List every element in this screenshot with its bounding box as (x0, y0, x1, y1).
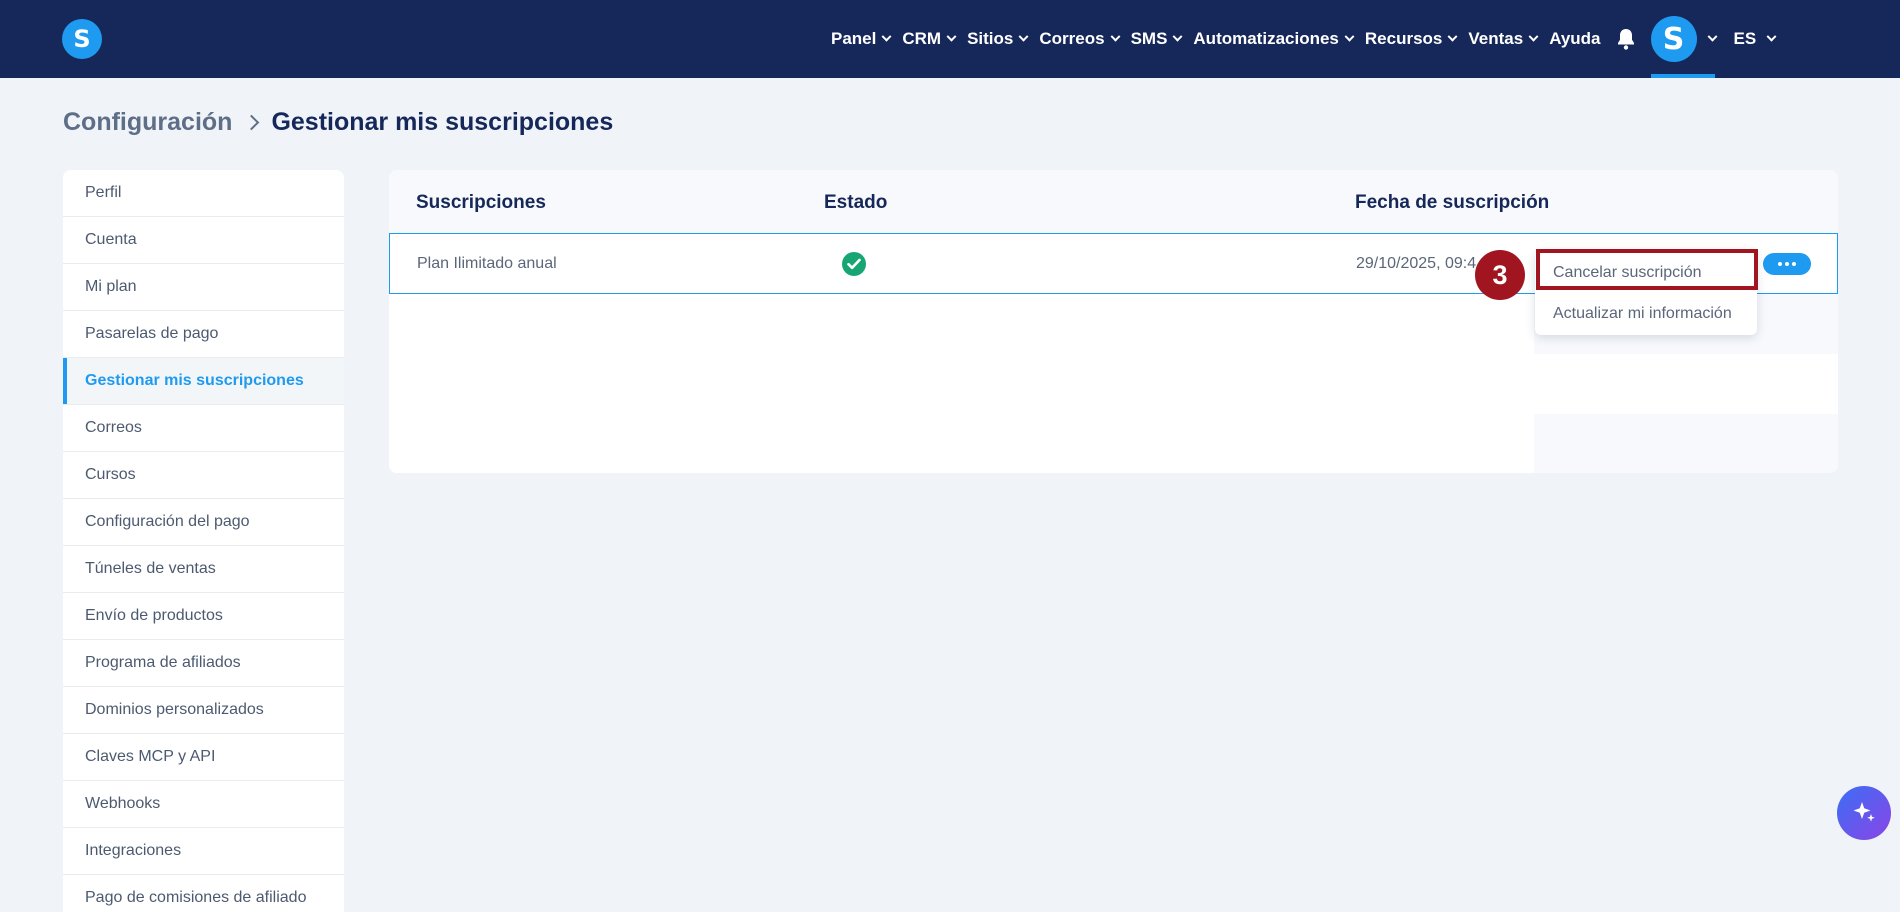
main-nav: Panel CRM Sitios Correos SMS Automatizac… (831, 0, 1787, 78)
chevron-right-icon (244, 114, 260, 131)
sidebar-item-pasarelas-de-pago[interactable]: Pasarelas de pago (63, 311, 344, 358)
nav-crm[interactable]: CRM (902, 29, 957, 49)
column-header-status: Estado (824, 192, 888, 213)
dot (1778, 262, 1782, 266)
language-label: ES (1733, 29, 1757, 48)
breadcrumb-parent[interactable]: Configuración (63, 108, 232, 137)
sidebar-item-envio-productos[interactable]: Envío de productos (63, 593, 344, 640)
more-actions-button[interactable] (1763, 253, 1811, 275)
sidebar-item-webhooks[interactable]: Webhooks (63, 781, 344, 828)
subscription-date: 29/10/2025, 09:4 (1356, 255, 1477, 272)
sidebar-item-comisiones[interactable]: Pago de comisiones de afiliado (63, 875, 344, 912)
sidebar-item-correos[interactable]: Correos (63, 405, 344, 452)
sidebar-item-mi-plan[interactable]: Mi plan (63, 264, 344, 311)
sidebar-item-programa-afiliados[interactable]: Programa de afiliados (63, 640, 344, 687)
chevron-down-icon (1766, 31, 1777, 42)
table-header: Suscripciones Estado Fecha de suscripció… (389, 170, 1838, 233)
nav-recursos[interactable]: Recursos (1364, 29, 1458, 49)
chevron-down-icon (1707, 31, 1717, 42)
avatar-letter: S (1662, 21, 1685, 57)
sidebar-item-claves-api[interactable]: Claves MCP y API (63, 734, 344, 781)
subscription-plan: Plan Ilimitado anual (417, 255, 557, 272)
sidebar-item-cursos[interactable]: Cursos (63, 452, 344, 499)
avatar[interactable]: S (1650, 16, 1697, 62)
chevron-down-icon (881, 31, 892, 42)
chevron-down-icon (1172, 31, 1183, 42)
nav-panel[interactable]: Panel (831, 29, 892, 49)
sidebar-item-integraciones[interactable]: Integraciones (63, 828, 344, 875)
active-indicator (1650, 74, 1715, 78)
dot (1785, 262, 1789, 266)
language-selector[interactable]: ES (1733, 29, 1777, 49)
cancel-subscription-option[interactable]: Cancelar suscripción (1535, 253, 1757, 293)
sidebar-item-dominios[interactable]: Dominios personalizados (63, 687, 344, 734)
settings-sidebar: Perfil Cuenta Mi plan Pasarelas de pago … (63, 170, 344, 912)
sidebar-item-gestionar-suscripciones[interactable]: Gestionar mis suscripciones (63, 358, 344, 405)
step-number-badge: 3 (1475, 250, 1525, 300)
nav-ayuda[interactable]: Ayuda (1549, 29, 1600, 49)
sidebar-item-tuneles-ventas[interactable]: Túneles de ventas (63, 546, 344, 593)
chevron-down-icon (1018, 31, 1029, 42)
check-circle-icon (842, 252, 866, 276)
nav-label: Automatizaciones (1193, 29, 1339, 48)
nav-sms[interactable]: SMS (1130, 29, 1183, 49)
top-navbar: S Panel CRM Sitios Correos SMS Automatiz… (0, 0, 1900, 78)
sidebar-item-configuracion-pago[interactable]: Configuración del pago (63, 499, 344, 546)
row-actions-menu: Cancelar suscripción Actualizar mi infor… (1535, 250, 1757, 335)
brand-logo[interactable]: S (62, 19, 102, 59)
logo-letter: S (73, 25, 91, 53)
nav-sitios[interactable]: Sitios (967, 29, 1029, 49)
nav-automatizaciones[interactable]: Automatizaciones (1193, 29, 1355, 49)
sidebar-item-perfil[interactable]: Perfil (63, 170, 344, 217)
chevron-down-icon (1110, 31, 1121, 42)
update-info-option[interactable]: Actualizar mi información (1535, 294, 1757, 334)
nav-label: Recursos (1364, 29, 1443, 48)
nav-correos[interactable]: Correos (1039, 29, 1121, 49)
sidebar-item-cuenta[interactable]: Cuenta (63, 217, 344, 264)
nav-ventas[interactable]: Ventas (1468, 29, 1539, 49)
chevron-down-icon (1344, 31, 1355, 42)
nav-label: CRM (902, 29, 942, 48)
user-menu[interactable]: S (1650, 0, 1717, 78)
sparkle-icon (1853, 802, 1875, 822)
page-title: Gestionar mis suscripciones (271, 108, 614, 136)
chevron-down-icon (1528, 31, 1539, 42)
nav-label: Ventas (1468, 29, 1524, 48)
ai-assistant-button[interactable] (1837, 786, 1891, 840)
nav-label: Correos (1039, 29, 1105, 48)
bell-icon[interactable] (1615, 27, 1637, 51)
nav-label: SMS (1130, 29, 1168, 48)
nav-label: Panel (831, 29, 877, 48)
nav-label: Sitios (967, 29, 1014, 48)
table-empty-row (1534, 414, 1838, 473)
column-header-subscriptions: Suscripciones (416, 192, 546, 213)
breadcrumb: Configuración Gestionar mis suscripcione… (63, 108, 613, 137)
column-header-date: Fecha de suscripción (1355, 192, 1550, 213)
dot (1792, 262, 1796, 266)
chevron-down-icon (1447, 31, 1458, 42)
chevron-down-icon (946, 31, 957, 42)
